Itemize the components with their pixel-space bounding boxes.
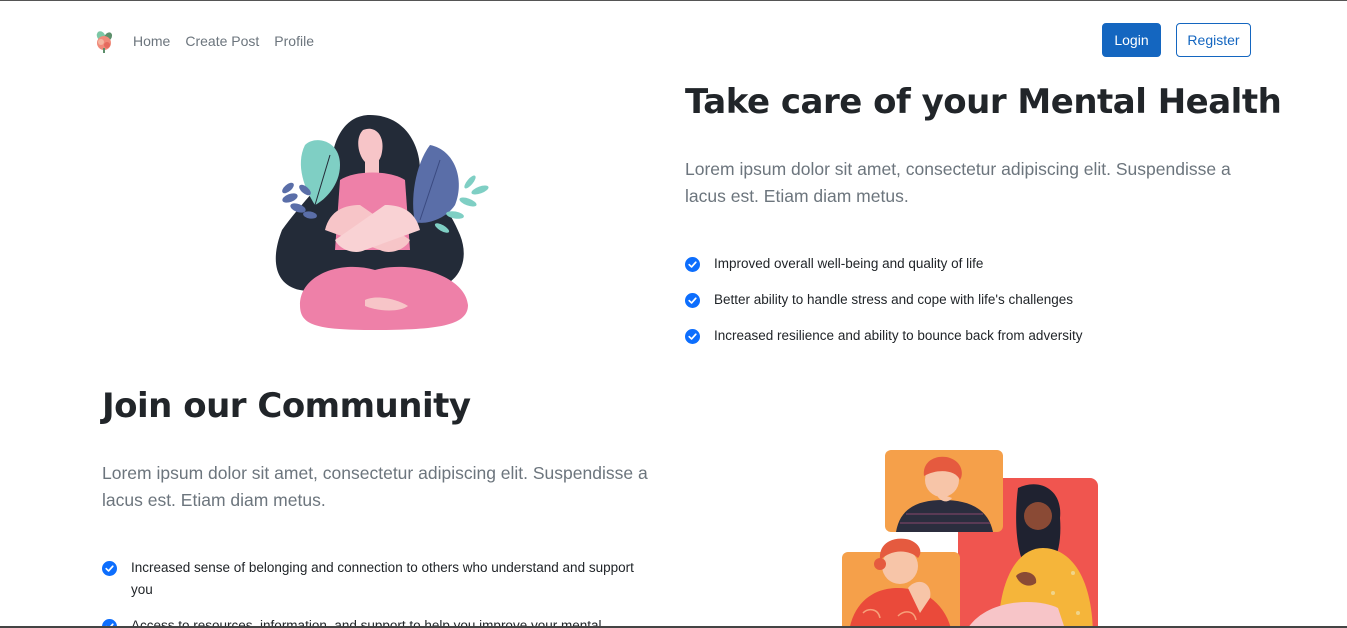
brand-logo-icon[interactable] — [93, 29, 115, 53]
login-button[interactable]: Login — [1102, 23, 1161, 57]
hero-benefits-list: Improved overall well-being and quality … — [685, 253, 1205, 361]
register-button[interactable]: Register — [1176, 23, 1251, 57]
hero-lead: Lorem ipsum dolor sit amet, consectetur … — [685, 159, 1231, 206]
nav-links: Home Create Post Profile — [133, 32, 314, 50]
check-circle-icon — [685, 257, 700, 272]
list-item: Better ability to handle stress and cope… — [685, 289, 1205, 311]
check-circle-icon — [102, 561, 117, 576]
check-circle-icon — [685, 293, 700, 308]
nav-profile-link[interactable]: Profile — [274, 32, 314, 50]
community-lead: Lorem ipsum dolor sit amet, consectetur … — [102, 463, 648, 510]
list-item: Increased resilience and ability to boun… — [685, 325, 1205, 347]
navbar: Home Create Post Profile Login Register — [0, 1, 1347, 79]
meditation-illustration — [275, 115, 489, 330]
list-item-text: Improved overall well-being and quality … — [714, 256, 984, 271]
nav-create-post-link[interactable]: Create Post — [185, 32, 259, 50]
community-illustration — [842, 450, 1098, 628]
list-item-text: Better ability to handle stress and cope… — [714, 292, 1074, 307]
list-item: Improved overall well-being and quality … — [685, 253, 1205, 275]
community-title: Join our Community — [102, 386, 471, 426]
hero-title: Take care of your Mental Health — [685, 82, 1282, 122]
check-circle-icon — [685, 329, 700, 344]
list-item-text: Increased resilience and ability to boun… — [714, 328, 1083, 343]
nav-home-link[interactable]: Home — [133, 32, 170, 50]
community-benefits-list: Increased sense of belonging and connect… — [102, 557, 642, 628]
list-item-text: Increased sense of belonging and connect… — [131, 560, 634, 597]
list-item: Increased sense of belonging and connect… — [102, 557, 642, 601]
